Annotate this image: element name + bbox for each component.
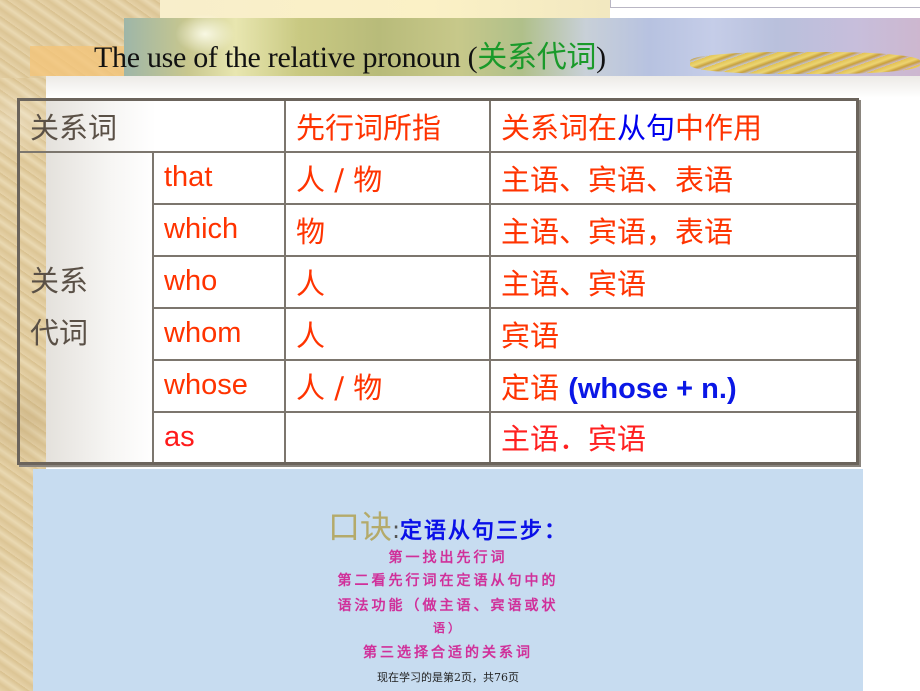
mnemonic-colon: : xyxy=(391,516,401,544)
title-english: The use of the relative pronoun ( xyxy=(94,41,478,74)
group-label-relative-pronoun: 关系 代词 xyxy=(17,150,154,465)
mnemonic-step: 第二看先行词在定语从句中的 xyxy=(337,573,559,589)
mnemonic-title: 定语从句三步： xyxy=(400,519,569,544)
mnemonic-step: 第一找出先行词 xyxy=(388,550,508,566)
mnemonic-step: 语） xyxy=(432,621,463,635)
mnemonic-step: 第三选择合适的关系词 xyxy=(363,645,533,661)
wheat-decoration xyxy=(690,52,920,74)
pronoun-cell: whom xyxy=(152,306,286,361)
function-note: (whose + n.) xyxy=(568,372,737,405)
header-relative-word: 关系词 xyxy=(17,98,286,153)
mnemonic-box: 口诀:定语从句三步： 第一找出先行词 第二看先行词在定语从句中的 语法功能（做主… xyxy=(33,469,863,691)
function-cell: 主语、宾语 xyxy=(489,254,859,309)
antecedent-cell: 物 xyxy=(284,202,491,257)
function-cell: 主语、宾语，表语 xyxy=(489,202,859,257)
header-function-part3: 中作用 xyxy=(675,110,763,145)
slide-title: The use of the relative pronoun (关系代词) xyxy=(94,32,606,76)
header-function: 关系词在从句中作用 xyxy=(489,98,859,153)
table-row: 关系 代词 that 人 / 物 主语、宾语、表语 xyxy=(17,150,859,465)
function-text: 定语 xyxy=(501,370,569,405)
antecedent-cell xyxy=(284,410,491,465)
antecedent-cell: 人 xyxy=(284,254,491,309)
pronoun-cell: who xyxy=(152,254,286,309)
pronoun-cell: which xyxy=(152,202,286,257)
group-label-line1: 关系 xyxy=(30,264,89,299)
header-antecedent: 先行词所指 xyxy=(284,98,491,153)
group-label-line2: 代词 xyxy=(30,316,89,351)
page-indicator: 现在学习的是第2页，共76页 xyxy=(377,671,519,684)
antecedent-cell: 人 / 物 xyxy=(284,150,491,205)
function-cell: 定语 (whose + n.) xyxy=(489,358,859,413)
banner-shadow xyxy=(46,76,920,98)
header-function-part1: 关系词在 xyxy=(501,110,618,145)
pronoun-cell: whose xyxy=(152,358,286,413)
mnemonic-step: 语法功能（做主语、宾语或状 xyxy=(337,598,559,614)
table-header-row: 关系词 先行词所指 关系词在从句中作用 xyxy=(17,98,859,153)
antecedent-cell: 人 xyxy=(284,306,491,361)
function-cell: 宾语 xyxy=(489,306,859,361)
title-chinese: 关系代词 xyxy=(477,41,597,74)
mnemonic-heading: 口诀:定语从句三步： xyxy=(33,502,863,548)
header-function-part2: 从句 xyxy=(617,110,676,145)
top-white-box xyxy=(610,0,920,8)
function-cell: 主语、宾语、表语 xyxy=(489,150,859,205)
mnemonic-label: 口诀 xyxy=(327,508,392,546)
pronoun-cell: as xyxy=(152,410,286,465)
title-close-paren: ) xyxy=(596,41,606,74)
function-cell: 主语．宾语 xyxy=(489,410,859,465)
antecedent-cell: 人 / 物 xyxy=(284,358,491,413)
pronoun-cell: that xyxy=(152,150,286,205)
relative-pronoun-table: 关系词 先行词所指 关系词在从句中作用 关系 代词 that 人 / 物 主语、… xyxy=(17,98,859,465)
